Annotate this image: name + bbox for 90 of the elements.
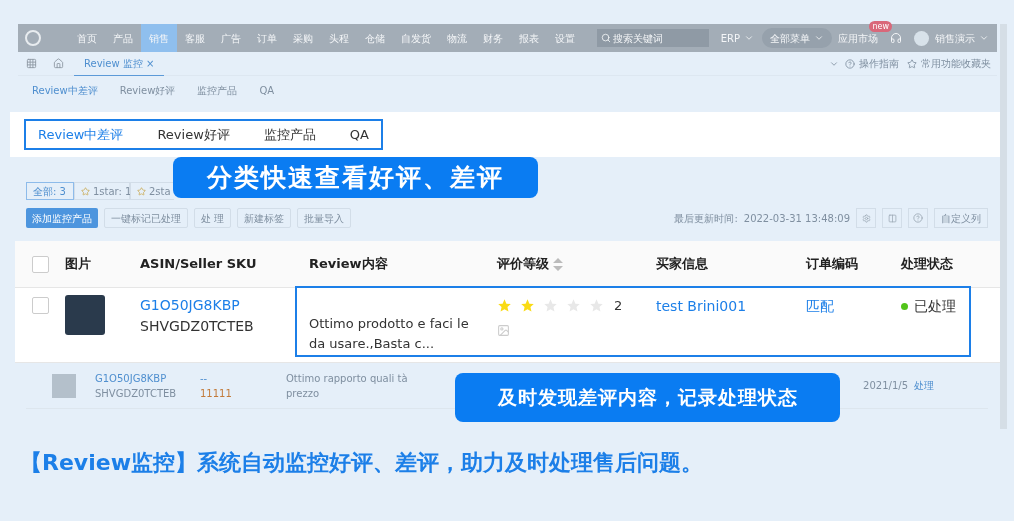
toolbar-button[interactable]: 处 理 (194, 208, 232, 228)
chevron-down-icon (979, 33, 989, 43)
home-icon[interactable] (53, 58, 64, 69)
apps-grid-icon[interactable] (26, 58, 37, 69)
dash-text: -- (200, 371, 209, 386)
callout-bubble: 及时发现差评内容，记录处理状态 (455, 373, 840, 422)
favorites-menu[interactable]: 常用功能收藏夹 (907, 56, 991, 71)
new-badge: new (869, 20, 892, 32)
avatar-icon[interactable] (914, 30, 929, 46)
nav-item[interactable]: 广告 (213, 24, 249, 52)
review-text: Ottimo prodotto e faci le da usare.,Basta c... (309, 315, 470, 353)
filter-tab[interactable]: 全部: 3 (26, 182, 74, 200)
order-match-link[interactable]: 匹配 (806, 298, 834, 314)
last-updated-value: 2022-03-31 13:48:09 (743, 211, 850, 226)
process-link[interactable]: 处理 (914, 378, 934, 393)
sub-tab[interactable]: Review中差评 (32, 82, 98, 98)
tag-label: 11111 (200, 386, 232, 401)
callout-bubble: 分类快速查看好评、差评 (173, 157, 538, 198)
columns-button[interactable] (882, 208, 902, 228)
nav-item[interactable]: 自发货 (393, 24, 439, 52)
user-menu[interactable]: 销售演示 (935, 30, 989, 46)
toolbar-button[interactable]: 新建标签 (237, 208, 292, 228)
star-icon (497, 298, 512, 314)
column-header: 评价等级 (497, 255, 549, 274)
erp-dropdown[interactable]: ERP (720, 30, 754, 46)
custom-columns-button[interactable]: 自定义列 (934, 208, 988, 228)
last-updated-label: 最后更新时间: (674, 211, 738, 226)
sub-tab[interactable]: QA (259, 82, 275, 98)
product-photo-placeholder (65, 295, 105, 335)
nav-item[interactable]: 头程 (321, 24, 357, 52)
nav-item[interactable]: 仓储 (357, 24, 393, 52)
column-header: ASIN/Seller SKU (140, 255, 257, 274)
checkbox[interactable] (31, 255, 49, 273)
help-button[interactable] (908, 208, 928, 228)
nav-item[interactable]: 首页 (69, 24, 105, 52)
toolbar-button[interactable]: 添加监控产品 (26, 208, 98, 228)
search-icon (600, 33, 611, 43)
sub-tab[interactable]: Review好评 (119, 82, 176, 98)
asin-link[interactable]: G1O50JG8KBP (95, 370, 200, 386)
headset-icon[interactable] (890, 32, 902, 44)
tab[interactable]: 监控产品 (263, 124, 316, 145)
chevron-down-icon (814, 33, 824, 43)
image-icon (497, 323, 510, 337)
logo-icon[interactable] (25, 30, 41, 46)
nav-item[interactable]: 财务 (475, 24, 511, 52)
date-text: 2021/1/5 (863, 379, 908, 393)
asin-link[interactable]: G1O50JG8KBP (140, 295, 295, 316)
rating-value: 2 (614, 297, 623, 315)
tab[interactable]: Review中差评 (38, 124, 124, 145)
nav-item[interactable]: 销售 (141, 24, 177, 52)
gear-icon (861, 213, 871, 223)
nav-item[interactable]: 产品 (105, 24, 141, 52)
column-header: 订单编码 (806, 255, 858, 274)
nav-item[interactable]: 报表 (511, 24, 547, 52)
nav-item[interactable]: 设置 (547, 24, 583, 52)
columns-icon (887, 213, 897, 223)
sub-tab[interactable]: 监控产品 (197, 82, 238, 98)
column-header: 处理状态 (901, 255, 953, 274)
page-tab[interactable]: Review 监控 × (74, 51, 165, 76)
seller-sku: SHVGDZ0TCTEB (140, 317, 255, 336)
filter-tab[interactable]: 1star: 1 (74, 182, 130, 200)
nav-item[interactable]: 订单 (249, 24, 285, 52)
sort-icon[interactable] (553, 257, 563, 271)
product-photo-placeholder (52, 373, 76, 398)
app-market-link[interactable]: 应用市场 (838, 30, 878, 46)
guide-link[interactable]: 操作指南 (845, 56, 899, 71)
nav-item[interactable]: 物流 (439, 24, 475, 52)
help-icon (913, 213, 923, 223)
seller-sku: SHVGDZ0TCTEB (95, 386, 178, 401)
chevron-down-icon (744, 33, 754, 43)
tab[interactable]: Review好评 (157, 124, 230, 145)
nav-item[interactable]: 客服 (177, 24, 213, 52)
search-field[interactable]: 搜索关键词 (596, 29, 709, 47)
buyer-link[interactable]: test Brini001 (656, 298, 747, 314)
review-text: Ottimo rapporto quali tà prezzo (286, 371, 409, 401)
star-outline-icon (907, 58, 917, 69)
checkbox[interactable] (31, 297, 49, 314)
column-header: Review内容 (309, 255, 388, 274)
column-header: 买家信息 (656, 255, 708, 274)
settings-button[interactable] (856, 208, 876, 228)
toolbar-button[interactable]: 一键标记已处理 (104, 208, 188, 228)
caption-text: 【Review监控】系统自动监控好评、差评，助力及时处理售后问题。 (20, 448, 703, 477)
toolbar-button[interactable]: 批量导入 (297, 208, 352, 228)
help-icon (845, 58, 855, 69)
all-menu-dropdown[interactable]: 全部菜单 (762, 28, 832, 48)
column-header: 图片 (65, 255, 91, 274)
star-icon (520, 298, 535, 314)
nav-item[interactable]: 采购 (285, 24, 321, 52)
tab[interactable]: QA (349, 124, 369, 145)
status-text: 已处理 (914, 297, 956, 316)
